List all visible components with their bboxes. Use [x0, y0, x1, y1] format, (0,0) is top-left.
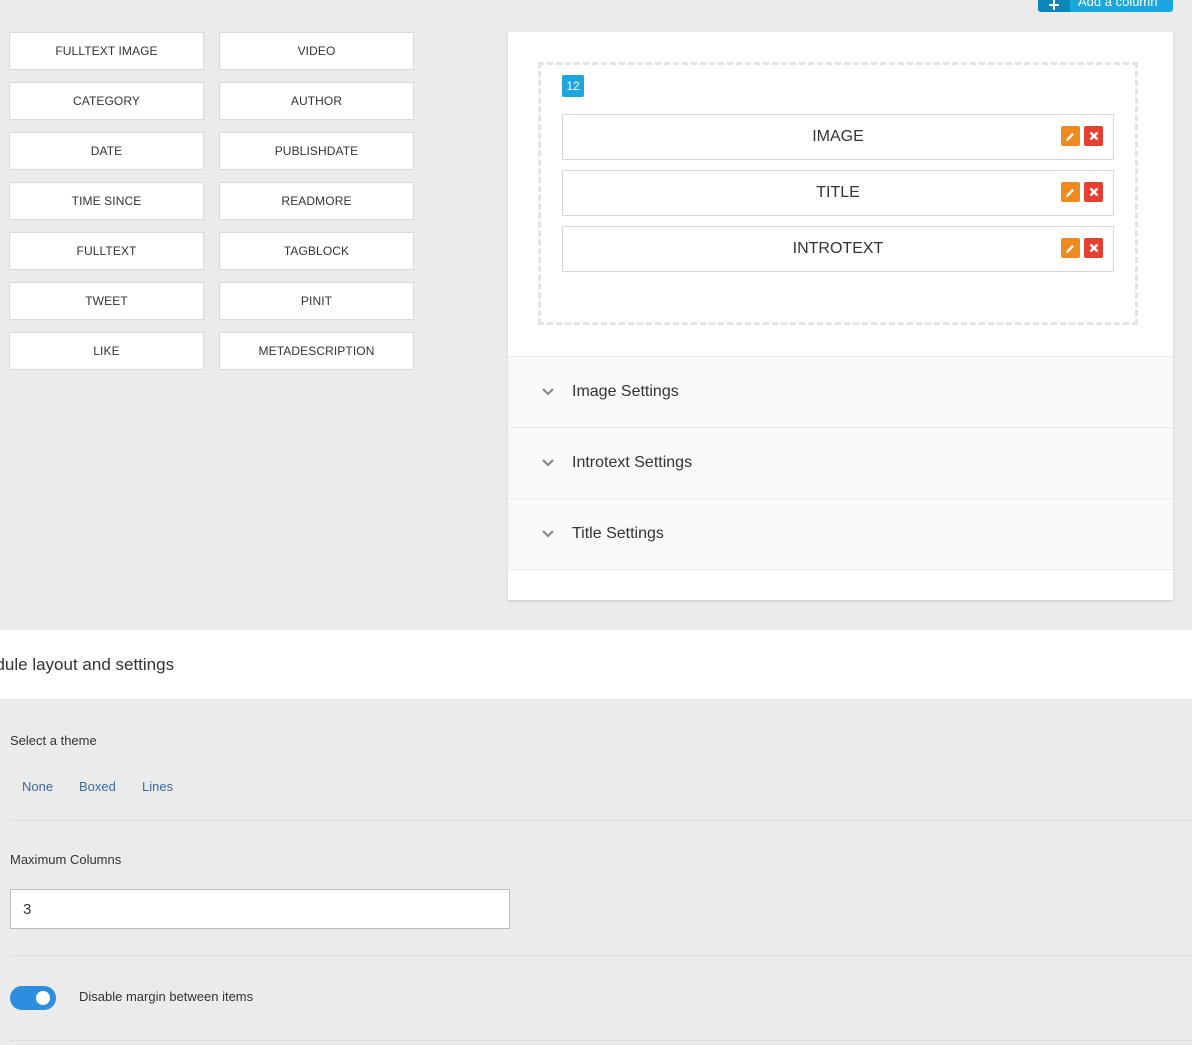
- field-category[interactable]: CATEGORY: [9, 82, 204, 120]
- layout-item-label: TITLE: [816, 184, 860, 201]
- layout-item-introtext[interactable]: INTROTEXT: [562, 226, 1114, 272]
- chevron-down-icon: [538, 529, 558, 538]
- pencil-icon[interactable]: [1061, 182, 1080, 202]
- field-pinit[interactable]: PINIT: [219, 282, 414, 320]
- settings-header: odule layout and settings: [0, 630, 1192, 700]
- field-fulltext-image[interactable]: FULLTEXT IMAGE: [9, 32, 204, 70]
- layout-item-label: INTROTEXT: [792, 240, 884, 257]
- disable-margin-label: Disable margin between items: [79, 989, 254, 1004]
- toggle-knob: [36, 991, 50, 1005]
- divider: [508, 569, 1173, 570]
- pencil-icon[interactable]: [1061, 238, 1080, 258]
- layout-panel: 12 IMAGE TITLE INTROTEXT Image Settings …: [508, 32, 1173, 600]
- divider: [10, 1040, 1192, 1041]
- max-columns-value: 3: [23, 900, 32, 918]
- field-date[interactable]: DATE: [9, 132, 204, 170]
- field-tagblock[interactable]: TAGBLOCK: [219, 232, 414, 270]
- field-like[interactable]: LIKE: [9, 332, 204, 370]
- pencil-icon[interactable]: [1061, 126, 1080, 146]
- theme-option-lines[interactable]: Lines: [142, 779, 173, 794]
- add-column-button[interactable]: Add a column: [1038, 0, 1173, 12]
- add-column-label: Add a column: [1078, 0, 1158, 9]
- max-columns-input[interactable]: 3: [10, 889, 510, 929]
- layout-item-title[interactable]: TITLE: [562, 170, 1114, 216]
- theme-option-none[interactable]: None: [22, 779, 53, 794]
- divider: [10, 955, 1192, 956]
- chevron-down-icon: [538, 458, 558, 467]
- field-metadescription[interactable]: METADESCRIPTION: [219, 332, 414, 370]
- field-readmore[interactable]: READMORE: [219, 182, 414, 220]
- divider: [10, 820, 1192, 821]
- field-publishdate[interactable]: PUBLISHDATE: [219, 132, 414, 170]
- accordion-label: Image Settings: [572, 382, 679, 400]
- accordion-label: Introtext Settings: [572, 453, 693, 471]
- field-fulltext[interactable]: FULLTEXT: [9, 232, 204, 270]
- disable-margin-toggle[interactable]: [10, 986, 56, 1010]
- chevron-down-icon: [538, 387, 558, 396]
- accordion-image-settings[interactable]: Image Settings: [508, 356, 1173, 426]
- field-time-since[interactable]: TIME SINCE: [9, 182, 204, 220]
- close-icon[interactable]: [1084, 182, 1103, 202]
- field-video[interactable]: VIDEO: [219, 32, 414, 70]
- theme-label: Select a theme: [10, 733, 97, 748]
- field-author[interactable]: AUTHOR: [219, 82, 414, 120]
- plus-icon: [1038, 0, 1070, 12]
- layout-item-image[interactable]: IMAGE: [562, 114, 1114, 160]
- close-icon[interactable]: [1084, 126, 1103, 146]
- layout-item-label: IMAGE: [812, 128, 864, 145]
- max-columns-label: Maximum Columns: [10, 852, 122, 867]
- accordion-introtext-settings[interactable]: Introtext Settings: [508, 427, 1173, 497]
- theme-option-boxed[interactable]: Boxed: [79, 779, 116, 794]
- accordion-label: Title Settings: [572, 524, 664, 542]
- column-size-badge[interactable]: 12: [562, 75, 584, 97]
- field-tweet[interactable]: TWEET: [9, 282, 204, 320]
- close-icon[interactable]: [1084, 238, 1103, 258]
- settings-title: odule layout and settings: [0, 655, 175, 674]
- accordion-title-settings[interactable]: Title Settings: [508, 498, 1173, 568]
